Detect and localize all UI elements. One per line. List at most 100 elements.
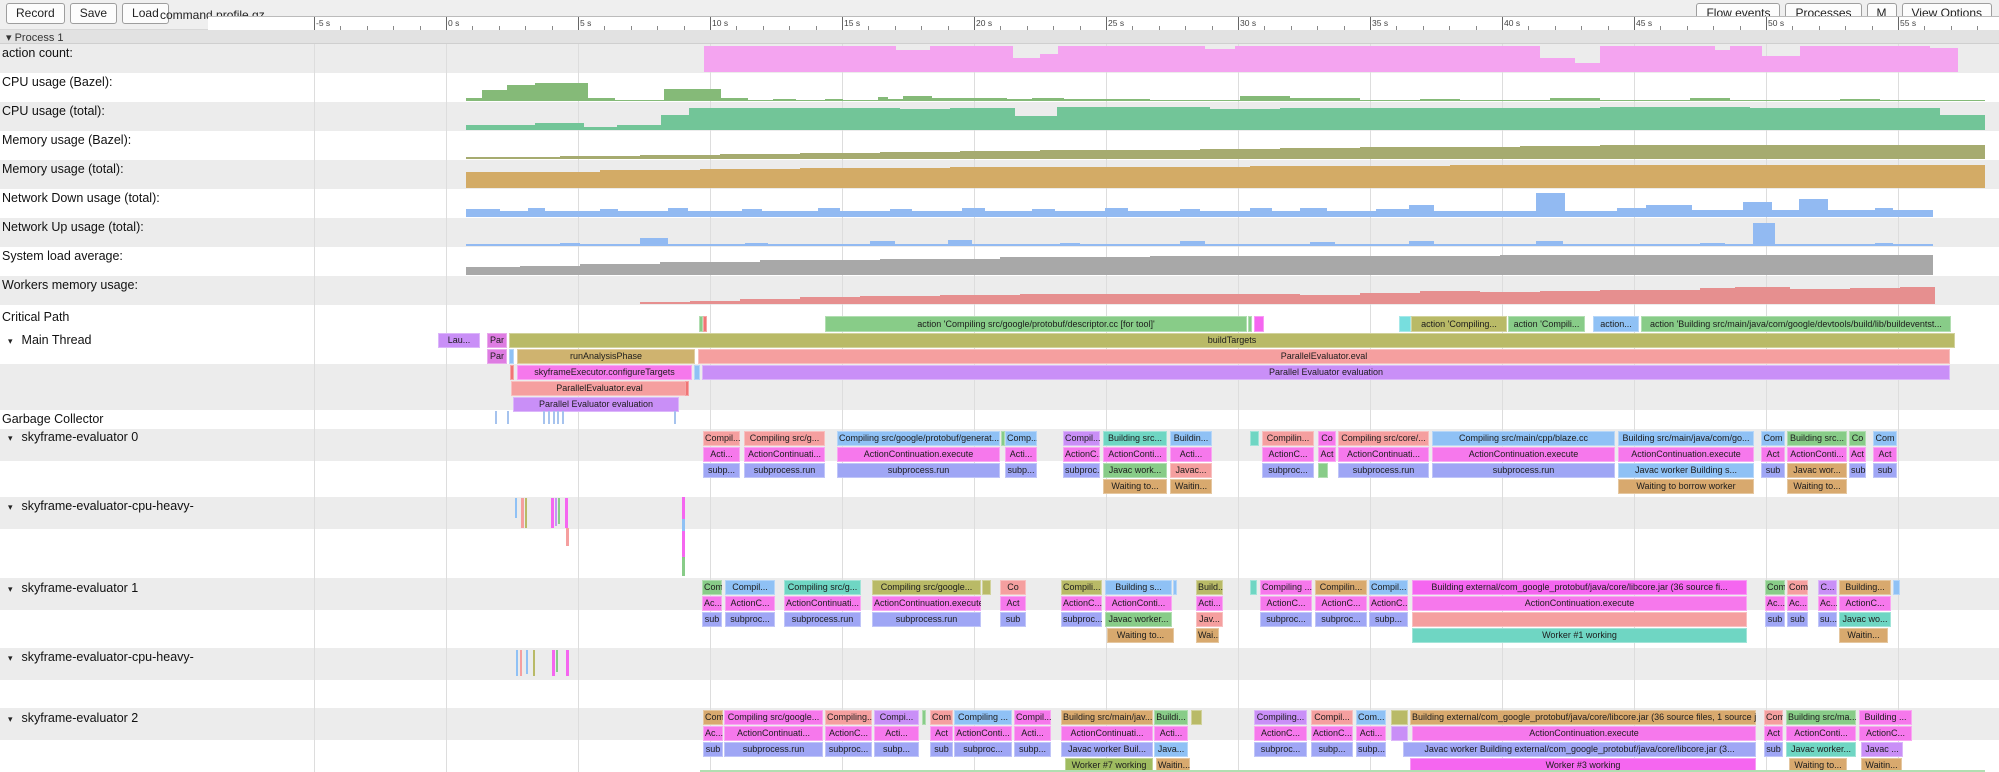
event-slice-skyframe-evaluator-0[interactable]: subproc... bbox=[1262, 463, 1314, 478]
event-slice-skyframe-evaluator-2[interactable]: ActionC... bbox=[1311, 726, 1353, 741]
chart-network-down-usage[interactable] bbox=[0, 189, 1999, 218]
event-slice-main-thread[interactable]: skyframeExecutor.configureTargets bbox=[517, 365, 692, 380]
event-slice-critical-path[interactable]: action 'Compili... bbox=[1508, 316, 1585, 332]
event-tick[interactable] bbox=[533, 650, 535, 676]
event-slice-skyframe-evaluator-0[interactable]: Compil... bbox=[703, 431, 740, 446]
event-slice-skyframe-evaluator-0[interactable]: subp... bbox=[1005, 463, 1037, 478]
event-slice-skyframe-evaluator-1[interactable]: subproc... bbox=[1061, 612, 1102, 627]
event-slice-skyframe-evaluator-2[interactable]: Building ... bbox=[1859, 710, 1912, 725]
event-slice-skyframe-evaluator-2[interactable]: Javac ... bbox=[1861, 742, 1903, 757]
event-slice-skyframe-evaluator-1[interactable]: Compil... bbox=[725, 580, 775, 595]
event-slice-skyframe-evaluator-0[interactable]: ActionContinuation.execute bbox=[1432, 447, 1615, 462]
event-slice-skyframe-evaluator-1[interactable]: ActionC... bbox=[1260, 596, 1312, 611]
chart-network-up-usage[interactable] bbox=[0, 218, 1999, 247]
event-slice-skyframe-evaluator-1[interactable]: subprocess.run bbox=[784, 612, 861, 627]
event-slice-skyframe-evaluator-2[interactable]: Compil... bbox=[1311, 710, 1353, 725]
event-slice-skyframe-evaluator-2[interactable]: Javac worker Buil... bbox=[1061, 742, 1153, 757]
event-slice-skyframe-evaluator-0[interactable]: Waiting to... bbox=[1103, 479, 1167, 494]
event-tick[interactable] bbox=[555, 498, 557, 526]
event-slice-skyframe-evaluator-2[interactable]: subproc... bbox=[954, 742, 1012, 757]
event-slice-skyframe-evaluator-0[interactable]: Act bbox=[1318, 447, 1336, 462]
event-tick[interactable] bbox=[566, 650, 569, 676]
event-slice-critical-path[interactable] bbox=[1248, 316, 1252, 332]
track-label-skyframe-evaluator-2[interactable]: ▾skyframe-evaluator 2 bbox=[8, 711, 138, 725]
event-slice-skyframe-evaluator-1[interactable]: Waiting to... bbox=[1107, 628, 1174, 643]
event-slice-skyframe-evaluator-0[interactable]: subprocess.run bbox=[744, 463, 825, 478]
event-slice-skyframe-evaluator-0[interactable]: ActionContinuati... bbox=[1338, 447, 1429, 462]
event-tick[interactable] bbox=[557, 411, 559, 424]
event-slice-skyframe-evaluator-2[interactable]: ActionContinuati... bbox=[724, 726, 823, 741]
event-slice-skyframe-evaluator-0[interactable]: Compiling src/core/... bbox=[1338, 431, 1429, 446]
event-slice-skyframe-evaluator-0[interactable]: sub bbox=[1873, 463, 1897, 478]
event-slice-skyframe-evaluator-1[interactable]: Worker #1 working bbox=[1412, 628, 1747, 643]
process-header[interactable]: ▾ Process 1 bbox=[0, 30, 1999, 44]
event-slice-skyframe-evaluator-1[interactable]: subprocess.run bbox=[872, 612, 981, 627]
event-slice-skyframe-evaluator-2[interactable]: sub bbox=[930, 742, 953, 757]
event-slice-skyframe-evaluator-0[interactable]: Acti... bbox=[1005, 447, 1037, 462]
chart-memory-usage-bazel[interactable] bbox=[0, 131, 1999, 160]
event-slice-skyframe-evaluator-0[interactable]: Compil... bbox=[1063, 431, 1100, 446]
event-slice-skyframe-evaluator-0[interactable]: Com bbox=[1873, 431, 1897, 446]
event-slice-skyframe-evaluator-1[interactable] bbox=[1412, 612, 1747, 627]
event-slice-main-thread[interactable]: ParallelEvaluator.eval bbox=[511, 381, 688, 396]
event-tick[interactable] bbox=[674, 411, 676, 424]
event-slice-skyframe-evaluator-2[interactable]: ActionConti... bbox=[1786, 726, 1856, 741]
event-slice-skyframe-evaluator-0[interactable]: Acti... bbox=[703, 447, 740, 462]
event-slice-skyframe-evaluator-2[interactable]: subproc... bbox=[825, 742, 872, 757]
event-slice-skyframe-evaluator-2[interactable]: Act bbox=[1764, 726, 1783, 741]
event-slice-skyframe-evaluator-2[interactable]: Com bbox=[1764, 710, 1783, 725]
event-tick[interactable] bbox=[552, 650, 555, 676]
event-slice-skyframe-evaluator-0[interactable]: subprocess.run bbox=[1432, 463, 1615, 478]
event-tick[interactable] bbox=[682, 531, 685, 557]
event-slice-skyframe-evaluator-1[interactable]: Javac worker... bbox=[1105, 612, 1172, 627]
event-slice-skyframe-evaluator-1[interactable]: ActionC... bbox=[1839, 596, 1891, 611]
event-slice-skyframe-evaluator-0[interactable]: Compilin... bbox=[1262, 431, 1314, 446]
event-slice-skyframe-evaluator-1[interactable]: subproc... bbox=[1315, 612, 1367, 627]
event-slice-skyframe-evaluator-0[interactable]: Compiling src/main/cpp/blaze.cc bbox=[1432, 431, 1615, 446]
chart-action-count[interactable] bbox=[0, 44, 1999, 73]
event-slice-skyframe-evaluator-2[interactable]: subp... bbox=[1356, 742, 1386, 757]
event-slice-skyframe-evaluator-0[interactable]: Building src... bbox=[1787, 431, 1847, 446]
event-slice-skyframe-evaluator-2[interactable]: ActionContinuation.execute bbox=[1412, 726, 1756, 741]
event-slice-skyframe-evaluator-1[interactable]: Building... bbox=[1839, 580, 1891, 595]
event-slice-skyframe-evaluator-1[interactable]: Jav... bbox=[1196, 612, 1223, 627]
event-slice-skyframe-evaluator-1[interactable]: Compiling src/google... bbox=[872, 580, 981, 595]
event-slice-skyframe-evaluator-2[interactable]: Compiling src/google... bbox=[724, 710, 823, 725]
event-slice-skyframe-evaluator-1[interactable]: ActionC... bbox=[1315, 596, 1367, 611]
event-tick[interactable] bbox=[543, 411, 545, 424]
event-slice-skyframe-evaluator-1[interactable]: su... bbox=[1818, 612, 1837, 627]
event-slice-skyframe-evaluator-2[interactable]: Javac worker Building external/com_googl… bbox=[1403, 742, 1756, 757]
event-slice-main-thread[interactable]: Parallel Evaluator evaluation bbox=[702, 365, 1950, 380]
event-slice-skyframe-evaluator-2[interactable]: ActionC... bbox=[1859, 726, 1912, 741]
track-label-skyframe-evaluator-0[interactable]: ▾skyframe-evaluator 0 bbox=[8, 430, 138, 444]
event-slice-critical-path[interactable]: action 'Building src/main/java/com/googl… bbox=[1641, 316, 1951, 332]
event-slice-skyframe-evaluator-2[interactable]: ActionContinuati... bbox=[1061, 726, 1153, 741]
event-tick[interactable] bbox=[556, 650, 558, 672]
track-label-skyframe-evaluator-cpu-heavy[interactable]: ▾skyframe-evaluator-cpu-heavy- bbox=[8, 499, 194, 513]
event-tick[interactable] bbox=[558, 498, 560, 524]
event-slice-skyframe-evaluator-1[interactable]: Act bbox=[1000, 596, 1026, 611]
event-slice-main-thread[interactable]: Par bbox=[487, 349, 507, 364]
event-slice-skyframe-evaluator-1[interactable]: ActionContinuation.execute bbox=[1412, 596, 1747, 611]
event-slice-skyframe-evaluator-1[interactable]: Building s... bbox=[1105, 580, 1172, 595]
event-slice-skyframe-evaluator-1[interactable]: ActionConti... bbox=[1105, 596, 1172, 611]
event-slice-skyframe-evaluator-0[interactable] bbox=[1318, 463, 1328, 478]
event-slice-main-thread[interactable] bbox=[685, 381, 689, 396]
event-slice-skyframe-evaluator-0[interactable]: subproc... bbox=[1063, 463, 1100, 478]
event-slice-skyframe-evaluator-0[interactable]: Act bbox=[1849, 447, 1866, 462]
event-tick[interactable] bbox=[551, 498, 554, 528]
event-slice-skyframe-evaluator-0[interactable]: ActionConti... bbox=[1787, 447, 1847, 462]
event-slice-skyframe-evaluator-1[interactable]: Ac... bbox=[1787, 596, 1808, 611]
event-slice-skyframe-evaluator-2[interactable]: Com bbox=[930, 710, 953, 725]
event-slice-skyframe-evaluator-1[interactable]: C... bbox=[1818, 580, 1837, 595]
event-slice-main-thread[interactable] bbox=[694, 365, 700, 380]
event-slice-skyframe-evaluator-2[interactable]: Acti... bbox=[874, 726, 919, 741]
event-slice-skyframe-evaluator-1[interactable]: Building external/com_google_protobuf/ja… bbox=[1412, 580, 1747, 595]
event-slice-main-thread[interactable] bbox=[509, 349, 514, 364]
event-slice-skyframe-evaluator-2[interactable]: Com bbox=[703, 710, 723, 725]
event-slice-skyframe-evaluator-0[interactable]: Building src... bbox=[1103, 431, 1167, 446]
event-slice-skyframe-evaluator-0[interactable]: Co bbox=[1849, 431, 1866, 446]
event-slice-skyframe-evaluator-1[interactable]: sub bbox=[1787, 612, 1808, 627]
event-slice-skyframe-evaluator-2[interactable]: Building src/main/jav... bbox=[1061, 710, 1153, 725]
collapse-arrow-icon[interactable]: ▾ bbox=[8, 653, 13, 664]
